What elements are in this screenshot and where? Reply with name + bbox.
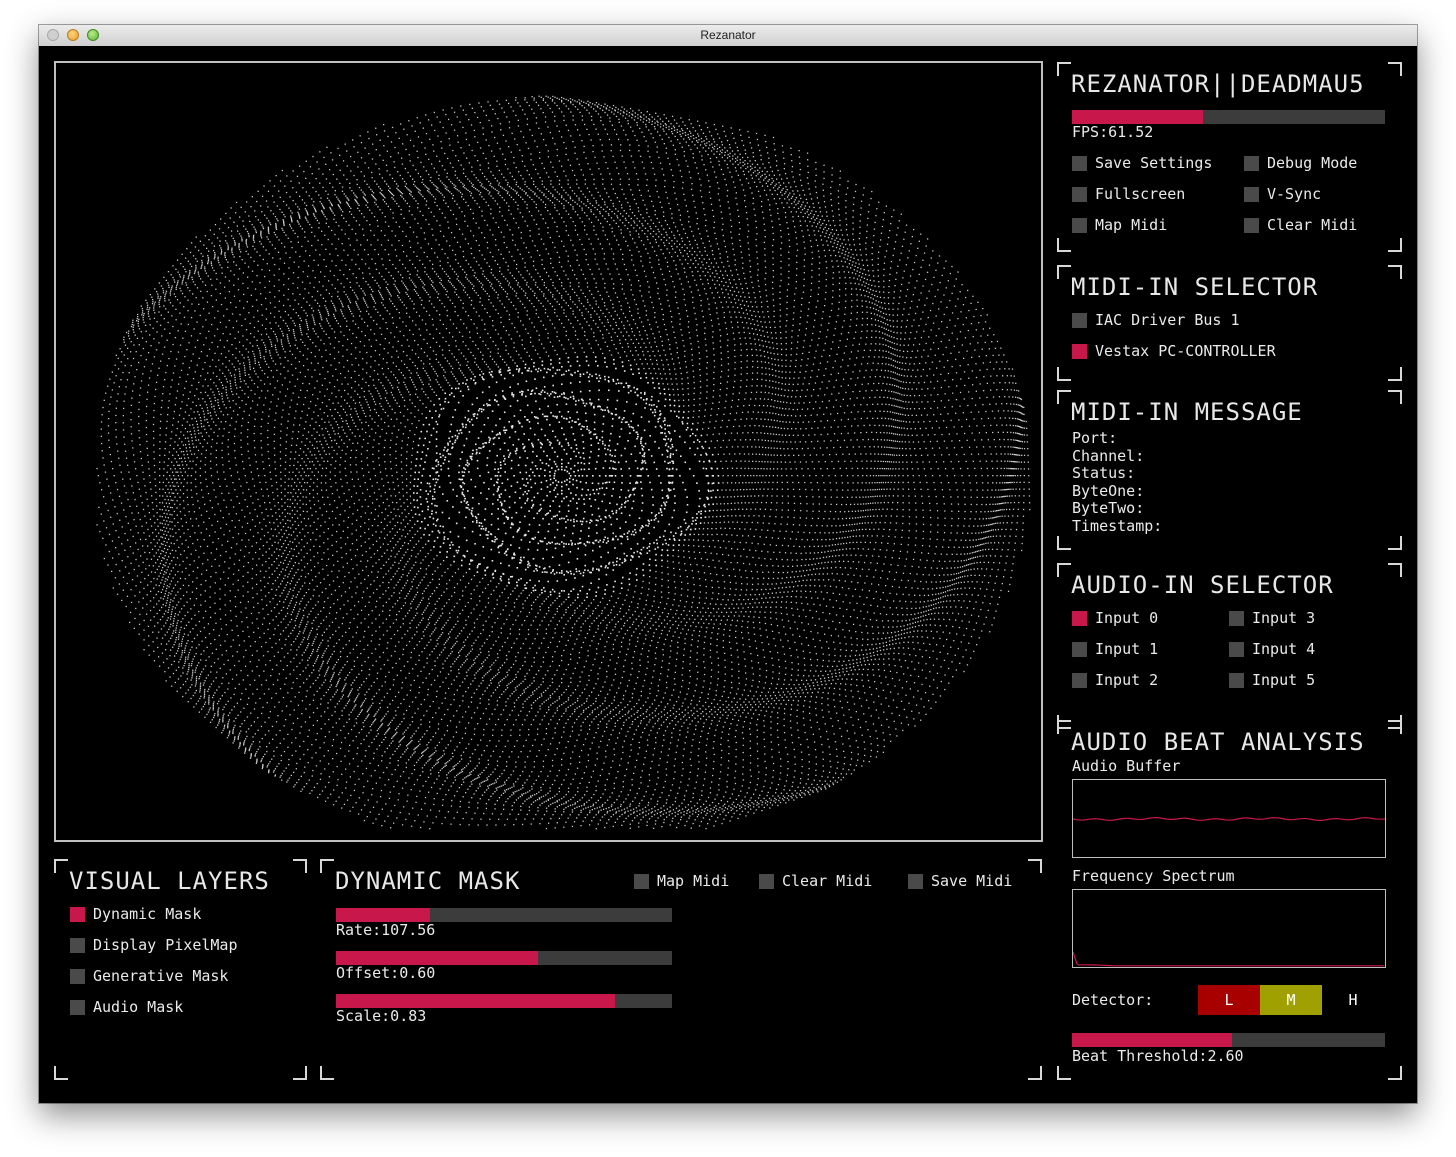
checkbox[interactable] xyxy=(1244,186,1259,202)
checkbox[interactable] xyxy=(70,999,85,1015)
map-midi-toggle[interactable]: Map Midi xyxy=(1072,216,1167,234)
rate-slider[interactable] xyxy=(336,908,672,922)
checkbox[interactable] xyxy=(1072,641,1087,657)
header-panel: REZANATOR||DEADMAU5 FPS:61.52 Save Setti… xyxy=(1057,62,1402,252)
channel-field: Channel: xyxy=(1072,446,1145,465)
beat-analysis-panel: AUDIO BEAT ANALYSIS Audio Buffer Frequen… xyxy=(1057,720,1402,1080)
offset-slider[interactable] xyxy=(336,951,672,965)
window-title: Rezanator xyxy=(700,28,756,42)
checkbox[interactable] xyxy=(70,968,85,984)
mask-map-midi-button[interactable]: Map Midi xyxy=(634,872,729,890)
byte-two-field: ByteTwo: xyxy=(1072,499,1145,517)
checkbox[interactable] xyxy=(1072,312,1087,328)
beat-threshold-label: Beat Threshold:2.60 xyxy=(1072,1047,1244,1065)
detector-mid[interactable]: M xyxy=(1260,985,1322,1015)
visual-layers-panel: VISUAL LAYERS Dynamic Mask Display Pixel… xyxy=(54,859,307,1080)
checkbox[interactable] xyxy=(1072,155,1087,171)
fps-bar xyxy=(1072,110,1385,124)
midi-message-title: MIDI-IN MESSAGE xyxy=(1071,398,1303,426)
spiral-visualization xyxy=(96,95,1031,830)
detector-high[interactable]: H xyxy=(1322,985,1384,1015)
checkbox[interactable] xyxy=(1072,610,1087,626)
layer-dynamic-mask[interactable]: Dynamic Mask xyxy=(70,905,201,923)
frequency-spectrum-plot xyxy=(1072,951,1384,967)
dynamic-mask-panel: DYNAMIC MASK Map Midi Clear Midi Save Mi… xyxy=(320,859,1042,1080)
audio-selector-title: AUDIO-IN SELECTOR xyxy=(1071,571,1334,599)
scale-slider[interactable] xyxy=(336,994,672,1008)
checkbox[interactable] xyxy=(1072,186,1087,202)
midi-device-iac[interactable]: IAC Driver Bus 1 xyxy=(1072,311,1240,329)
app-window: Rezanator REZANATOR||DEADMAU5 FPS:61.52 … xyxy=(39,25,1417,1103)
mask-clear-midi-button[interactable]: Clear Midi xyxy=(759,872,872,890)
checkbox[interactable] xyxy=(908,873,923,889)
layer-audio-mask[interactable]: Audio Mask xyxy=(70,998,183,1016)
app-content: REZANATOR||DEADMAU5 FPS:61.52 Save Setti… xyxy=(39,46,1417,1103)
midi-selector-title: MIDI-IN SELECTOR xyxy=(1071,273,1319,301)
timestamp-field: Timestamp: xyxy=(1072,516,1163,535)
checkbox[interactable] xyxy=(759,873,774,889)
vsync-toggle[interactable]: V-Sync xyxy=(1244,185,1321,203)
visualization-viewport[interactable] xyxy=(54,61,1043,842)
app-title: REZANATOR||DEADMAU5 xyxy=(1071,70,1365,98)
midi-device-vestax[interactable]: Vestax PC-CONTROLLER xyxy=(1072,342,1276,360)
audio-buffer-label: Audio Buffer xyxy=(1072,757,1181,775)
mask-save-midi-button[interactable]: Save Midi xyxy=(908,872,1012,890)
audio-input-3[interactable]: Input 3 xyxy=(1229,609,1315,627)
fps-label: FPS:61.52 xyxy=(1072,123,1154,141)
audio-input-4[interactable]: Input 4 xyxy=(1229,640,1315,658)
scale-label: Scale:0.83 xyxy=(336,1007,427,1025)
midi-message-fields: Port: Channel: Status: ByteOne: ByteTwo:… xyxy=(1072,429,1163,535)
port-field: Port: xyxy=(1072,429,1118,447)
visual-layers-title: VISUAL LAYERS xyxy=(69,867,270,895)
checkbox[interactable] xyxy=(1244,155,1259,171)
title-bar[interactable]: Rezanator xyxy=(39,25,1417,47)
debug-mode-toggle[interactable]: Debug Mode xyxy=(1244,154,1357,172)
audio-input-5[interactable]: Input 5 xyxy=(1229,671,1315,689)
frequency-spectrum-graph xyxy=(1072,889,1386,968)
dynamic-mask-title: DYNAMIC MASK xyxy=(335,867,521,895)
detector-low[interactable]: L xyxy=(1198,985,1260,1015)
audio-input-2[interactable]: Input 2 xyxy=(1072,671,1158,689)
fullscreen-toggle[interactable]: Fullscreen xyxy=(1072,185,1185,203)
checkbox[interactable] xyxy=(1229,610,1244,626)
checkbox[interactable] xyxy=(70,937,85,953)
checkbox[interactable] xyxy=(1072,343,1087,359)
audio-selector-panel: AUDIO-IN SELECTOR Input 0 Input 3 Input … xyxy=(1057,563,1402,729)
midi-message-panel: MIDI-IN MESSAGE Port: Channel: Status: B… xyxy=(1057,390,1402,550)
checkbox[interactable] xyxy=(1072,672,1087,688)
rate-label: Rate:107.56 xyxy=(336,921,436,939)
clear-midi-toggle[interactable]: Clear Midi xyxy=(1244,216,1357,234)
layer-generative-mask[interactable]: Generative Mask xyxy=(70,967,228,985)
checkbox[interactable] xyxy=(70,906,85,922)
checkbox[interactable] xyxy=(1229,641,1244,657)
beat-threshold-slider[interactable] xyxy=(1072,1033,1385,1047)
beat-analysis-title: AUDIO BEAT ANALYSIS xyxy=(1071,728,1365,756)
audio-buffer-waveform xyxy=(1072,816,1386,821)
audio-input-0[interactable]: Input 0 xyxy=(1072,609,1158,627)
checkbox[interactable] xyxy=(1244,217,1259,233)
frequency-spectrum-label: Frequency Spectrum xyxy=(1072,867,1235,885)
offset-label: Offset:0.60 xyxy=(336,964,436,982)
checkbox[interactable] xyxy=(1072,217,1087,233)
audio-input-1[interactable]: Input 1 xyxy=(1072,640,1158,658)
detector-label: Detector: xyxy=(1072,991,1154,1009)
status-field: Status: xyxy=(1072,464,1136,482)
checkbox[interactable] xyxy=(1229,672,1244,688)
audio-buffer-graph xyxy=(1072,779,1386,858)
byte-one-field: ByteOne: xyxy=(1072,481,1145,500)
midi-selector-panel: MIDI-IN SELECTOR IAC Driver Bus 1 Vestax… xyxy=(1057,265,1402,381)
checkbox[interactable] xyxy=(634,873,649,889)
save-settings-toggle[interactable]: Save Settings xyxy=(1072,154,1212,172)
layer-display-pixelmap[interactable]: Display PixelMap xyxy=(70,936,238,954)
